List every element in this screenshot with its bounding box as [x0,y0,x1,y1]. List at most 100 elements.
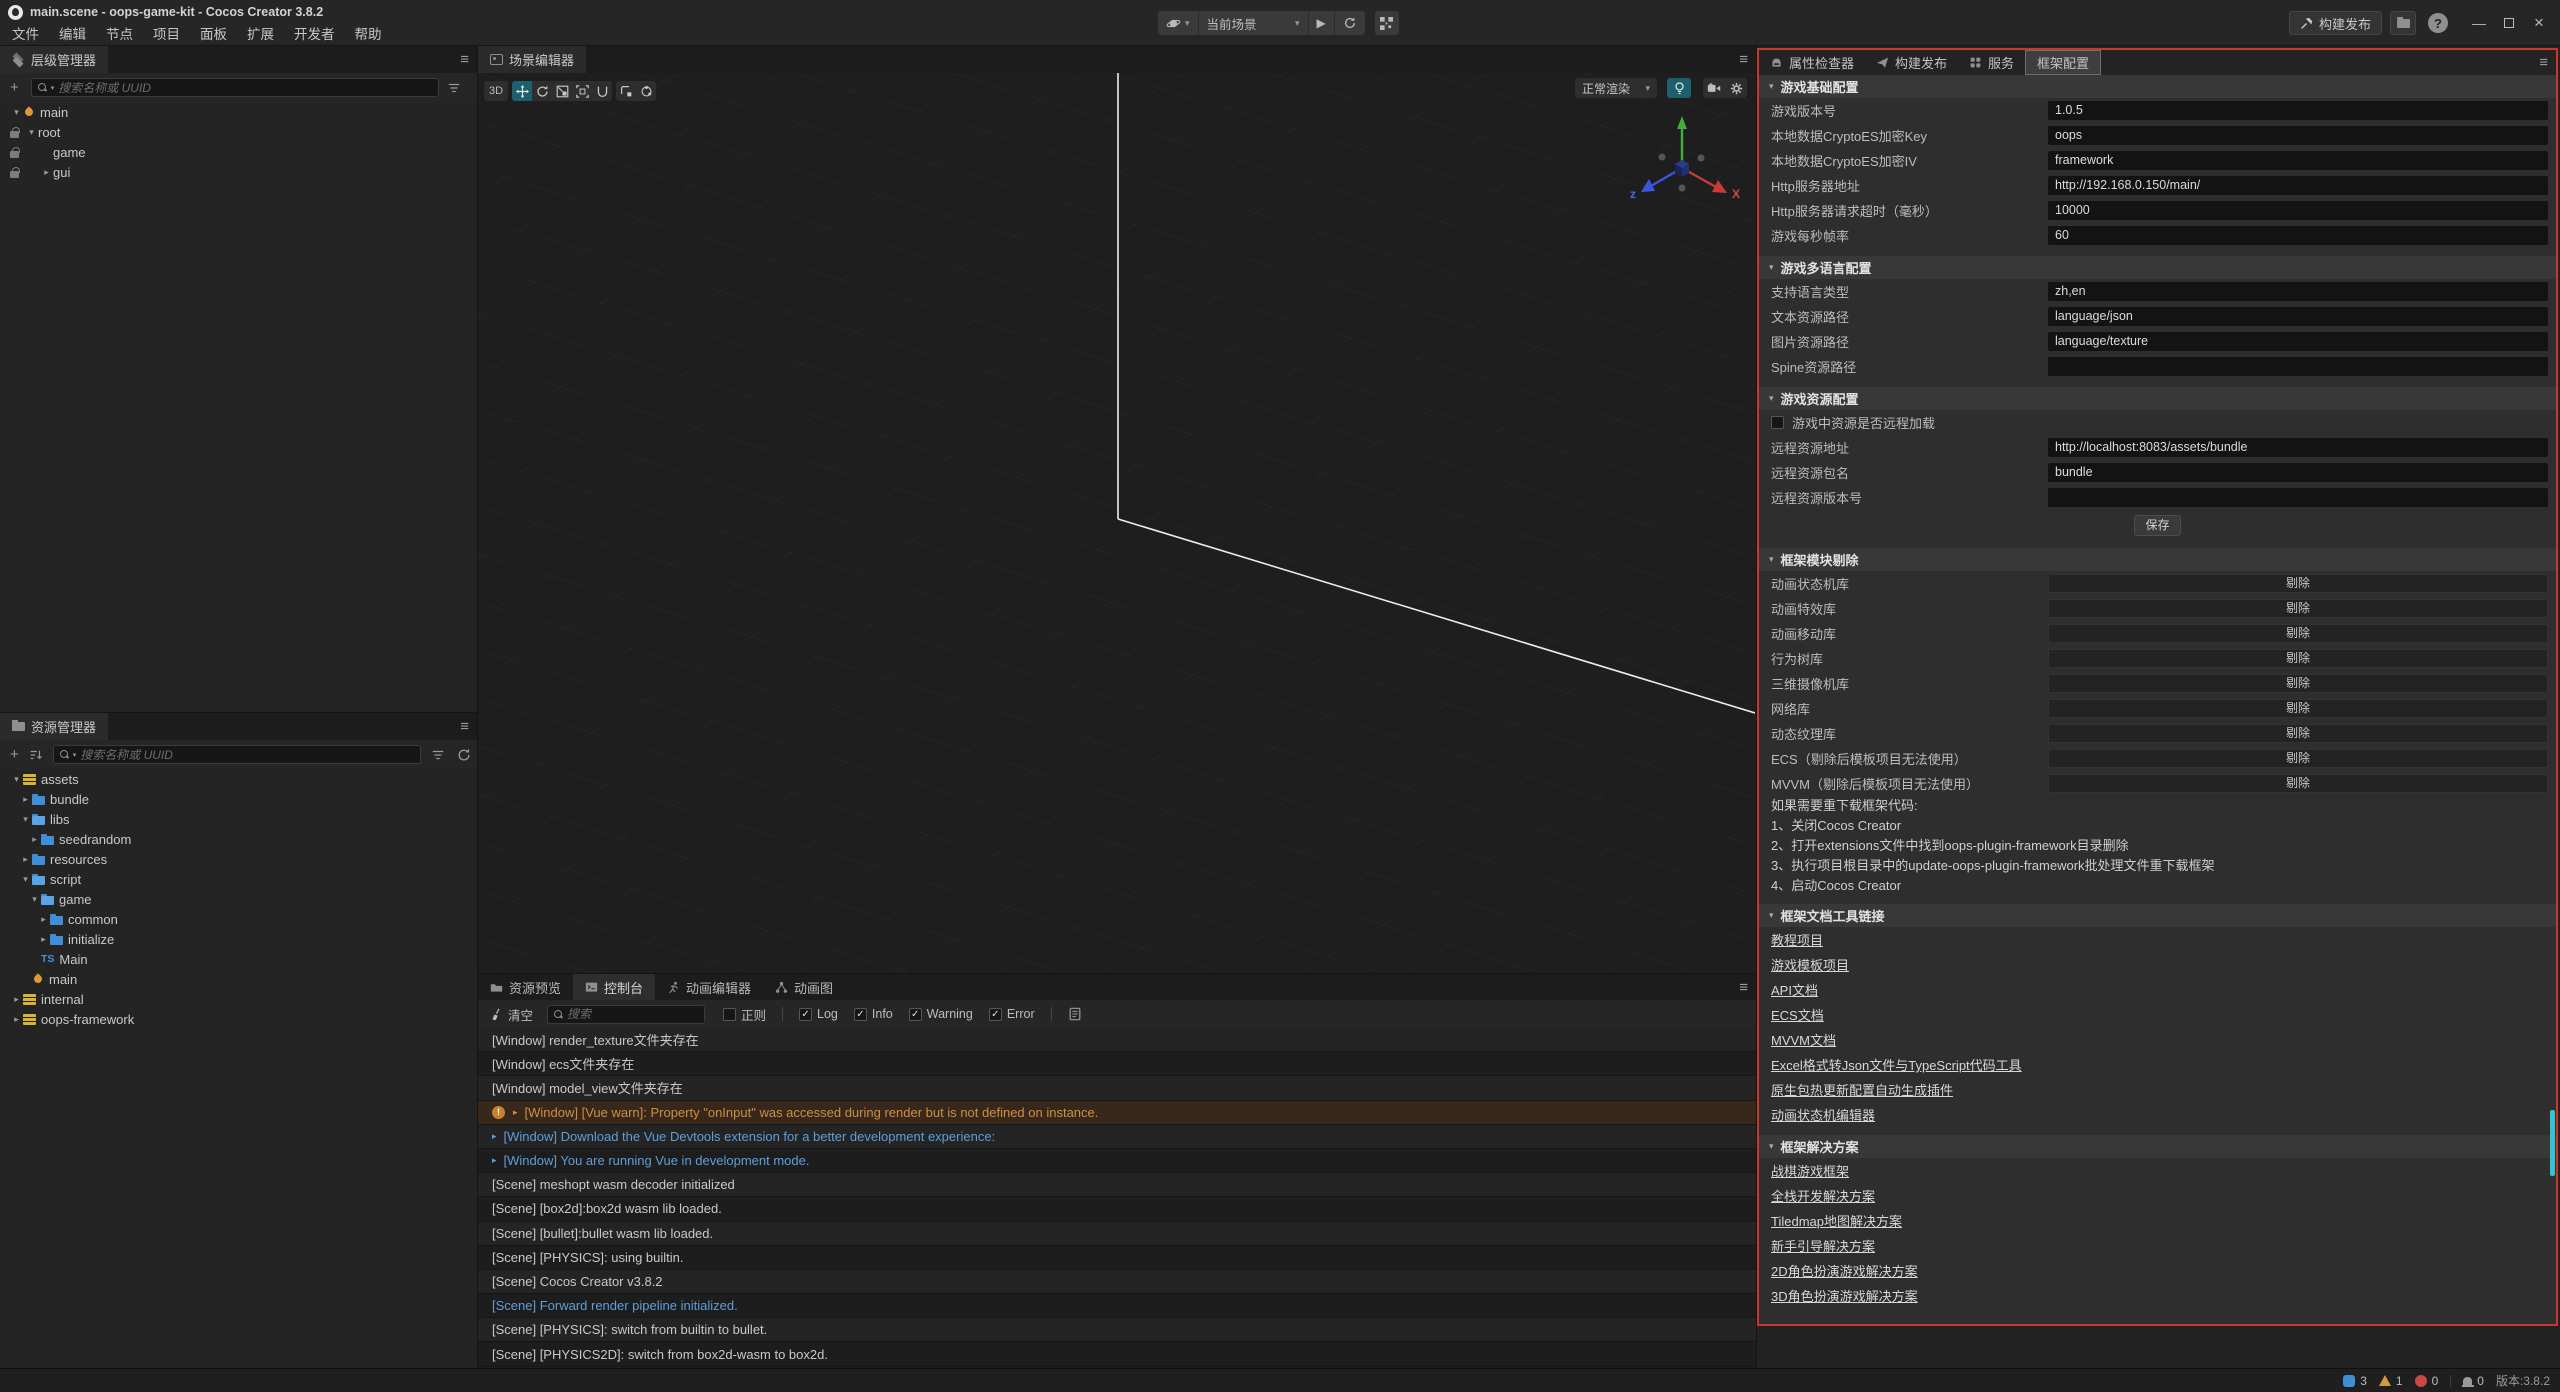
doc-link[interactable]: Excel格式转Json文件与TypeScript代码工具 [1771,1055,2022,1074]
lock-icon[interactable] [10,131,19,138]
field-input[interactable] [2048,357,2548,376]
tree-node-oops-framework[interactable]: ▸oops-framework [0,1009,477,1029]
tree-node-bundle[interactable]: ▸bundle [0,789,477,809]
expand-arrow-icon[interactable]: ▸ [10,1014,23,1025]
log-row[interactable]: [Scene] Cocos Creator v3.8.2 [478,1270,1756,1294]
camera-button[interactable] [1703,78,1725,98]
move-tool-button[interactable] [512,81,532,101]
doc-link[interactable]: ECS文档 [1771,1005,1824,1024]
tree-node-assets[interactable]: ▾assets [0,769,477,789]
filter-checkbox-log[interactable]: ✓Log [799,1007,838,1021]
tree-node-common[interactable]: ▸common [0,909,477,929]
log-row[interactable]: [Scene] [bullet]:bullet wasm lib loaded. [478,1222,1756,1246]
warning-counter[interactable]: 1 [2379,1374,2403,1388]
menu-item-file[interactable]: 文件 [2,24,49,46]
tree-node-game[interactable]: ▾game [0,889,477,909]
menu-item-help[interactable]: 帮助 [345,24,392,46]
scale-tool-button[interactable] [552,81,572,101]
assets-search-input[interactable] [80,748,413,762]
expand-arrow-icon[interactable]: ▸ [40,167,53,178]
help-button[interactable]: ? [2428,13,2448,33]
field-input[interactable]: 10000 [2048,201,2548,220]
filter-icon[interactable] [431,748,445,762]
tree-node-main[interactable]: main [0,969,477,989]
remove-module-button[interactable]: 剔除 [2048,699,2548,718]
menu-item-edit[interactable]: 编辑 [49,24,96,46]
menu-item-panel[interactable]: 面板 [190,24,237,46]
remove-module-button[interactable]: 剔除 [2048,574,2548,593]
expand-arrow-icon[interactable]: ▸ [37,934,50,945]
doc-link[interactable]: 原生包热更新配置自动生成插件 [1771,1080,1953,1099]
log-row[interactable]: ▸[Window] Download the Vue Devtools exte… [478,1125,1756,1149]
section-header[interactable]: ▾框架文档工具链接 [1759,904,2556,927]
section-header[interactable]: ▾游戏多语言配置 [1759,256,2556,279]
remove-module-button[interactable]: 剔除 [2048,624,2548,643]
menu-item-developer[interactable]: 开发者 [284,24,345,46]
log-row[interactable]: [Scene] [PHYSICS]: switch from builtin t… [478,1318,1756,1342]
filter-checkbox-info[interactable]: ✓Info [854,1007,893,1021]
doc-link[interactable]: MVVM文档 [1771,1030,1836,1049]
menu-item-node[interactable]: 节点 [96,24,143,46]
scene-select[interactable]: 当前场景 ▾ [1199,11,1309,35]
info-counter[interactable]: 3 [2343,1374,2367,1388]
add-node-button[interactable]: + [10,79,19,96]
save-button[interactable]: 保存 [2134,515,2180,536]
log-row[interactable]: !▸[Window] [Vue warn]: Property "onInput… [478,1101,1756,1125]
scrollbar-thumb[interactable] [2550,1110,2555,1176]
field-input[interactable]: framework [2048,151,2548,170]
remove-module-button[interactable]: 剔除 [2048,599,2548,618]
tree-node-main[interactable]: ▾main [0,102,477,122]
field-input[interactable]: bundle [2048,463,2548,482]
field-input[interactable]: http://localhost:8083/assets/bundle [2048,438,2548,457]
console-menu-button[interactable]: ≡ [1739,974,1748,1001]
remove-module-button[interactable]: 剔除 [2048,774,2548,793]
collapse-arrow-icon[interactable]: ▾ [25,127,38,138]
reload-button[interactable] [1335,11,1365,35]
preview-qr-button[interactable] [1375,11,1399,35]
section-header[interactable]: ▾框架解决方案 [1759,1135,2556,1158]
doc-link[interactable]: API文档 [1771,980,1818,999]
console-search-input[interactable] [567,1007,698,1021]
collapse-arrow-icon[interactable]: ▾ [28,894,41,905]
log-row[interactable]: [Scene] [PHYSICS2D]: switch from box2d-w… [478,1342,1756,1366]
tab-hierarchy[interactable]: 层级管理器 [0,46,108,73]
expand-arrow-icon[interactable]: ▸ [492,1155,497,1166]
expand-arrow-icon[interactable]: ▸ [10,994,23,1005]
field-input[interactable] [2048,488,2548,507]
lighting-toggle-button[interactable] [1667,78,1691,98]
doc-link[interactable]: 动画状态机编辑器 [1771,1105,1875,1124]
preview-device-button[interactable]: ▾ [1158,11,1199,35]
tree-node-game[interactable]: game [0,142,477,162]
doc-link[interactable]: 3D角色扮演游戏解决方案 [1771,1286,1918,1305]
inspector-menu-button[interactable]: ≡ [2539,50,2548,75]
render-mode-select[interactable]: 正常渲染 ▾ [1575,78,1657,98]
field-input[interactable]: language/json [2048,307,2548,326]
notification-counter[interactable]: 0 [2463,1374,2484,1388]
menu-item-extension[interactable]: 扩展 [237,24,284,46]
section-header[interactable]: ▾游戏资源配置 [1759,387,2556,410]
console-tab-0[interactable]: 资源预览 [478,974,573,1001]
checkbox-icon[interactable] [1771,416,1784,429]
doc-link[interactable]: 全栈开发解决方案 [1771,1186,1875,1205]
console-search[interactable] [547,1005,705,1024]
field-input[interactable]: oops [2048,126,2548,145]
tab-assets[interactable]: 资源管理器 [0,713,108,740]
refresh-icon[interactable] [457,748,471,762]
expand-arrow-icon[interactable]: ▸ [28,834,41,845]
maximize-button[interactable] [2494,8,2524,38]
scene-settings-button[interactable] [1725,78,1747,98]
inspector-tab-3[interactable]: 框架配置 [2025,50,2101,75]
assets-menu-button[interactable]: ≡ [460,713,469,740]
tree-node-initialize[interactable]: ▸initialize [0,929,477,949]
assets-search[interactable]: ▾ [53,745,421,764]
filter-checkbox-warning[interactable]: ✓Warning [909,1007,973,1021]
field-input[interactable]: http://192.168.0.150/main/ [2048,176,2548,195]
rect-tool-button[interactable] [572,81,592,101]
config-checkbox-row[interactable]: 游戏中资源是否远程加载 [1759,410,2556,435]
close-button[interactable]: × [2524,8,2554,38]
doc-link[interactable]: 战棋游戏框架 [1771,1161,1849,1180]
play-button[interactable]: ▶ [1309,11,1335,35]
log-row[interactable]: [Scene] [PHYSICS]: using builtin. [478,1246,1756,1270]
tree-node-seedrandom[interactable]: ▸seedrandom [0,829,477,849]
hierarchy-search-input[interactable] [58,81,431,95]
